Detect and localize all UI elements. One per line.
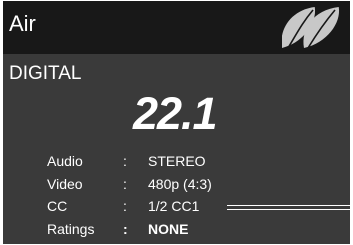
info-value: NONE <box>148 221 189 237</box>
info-label: Audio <box>47 153 83 169</box>
info-label: CC <box>47 198 68 214</box>
info-label: Video <box>47 176 83 192</box>
info-separator: : <box>123 198 127 214</box>
channel-number: 22.1 <box>133 88 218 139</box>
info-row-ratings: Ratings : NONE <box>3 219 350 239</box>
info-value: STEREO <box>148 153 206 169</box>
info-separator: : <box>123 176 127 192</box>
info-separator: : <box>123 153 127 169</box>
channel-info-banner: Air DIGITAL 22.1 Audio : STEREO Video : … <box>3 1 350 244</box>
info-value: 1/2 CC1 <box>148 198 200 214</box>
input-source-name: Air <box>9 11 36 36</box>
info-row-audio: Audio : STEREO <box>3 151 350 171</box>
cc-indicator-line <box>227 205 350 210</box>
banner-header: Air <box>3 1 350 54</box>
broadcast-type: DIGITAL <box>9 63 82 84</box>
info-value: 480p (4:3) <box>148 176 212 192</box>
info-separator: : <box>123 221 128 237</box>
leaf-icon <box>282 7 339 49</box>
info-label: Ratings <box>47 221 95 237</box>
info-row-video: Video : 480p (4:3) <box>3 174 350 194</box>
